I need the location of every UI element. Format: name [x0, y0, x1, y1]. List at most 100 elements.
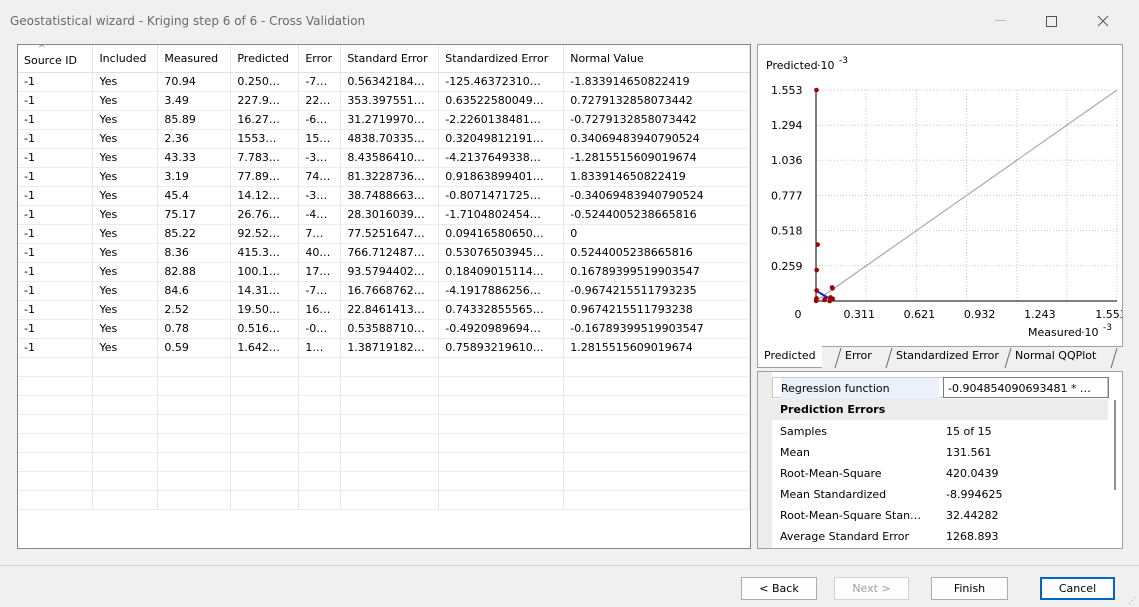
empty-cell [438, 376, 565, 396]
table-cell: Yes [92, 243, 159, 263]
table-row[interactable]: -1 Yes 3.49 227.9… 22… 353.397551… 0.635225800… [18, 91, 750, 111]
table-cell: Yes [92, 148, 159, 168]
title-bar: Geostatistical wizard - Kriging step 6 o… [0, 0, 1139, 44]
table-cell: 0.516… [230, 319, 300, 339]
column-header[interactable]: Standard Error [340, 45, 440, 73]
table-cell: 7.783… [230, 148, 300, 168]
table-row[interactable]: -1 Yes 82.88 100.1… 17… 93.5794402… 0.18409015… [18, 262, 750, 282]
column-header[interactable]: ^ Source ID [18, 45, 94, 73]
table-cell: 0.75893219610… [438, 338, 565, 358]
statistics-scrollbar[interactable] [1114, 400, 1116, 490]
regression-function-row[interactable]: Regression function -0.904854090693481 *… [772, 377, 1109, 399]
table-cell: 85.22 [157, 224, 232, 244]
empty-cell [563, 357, 750, 377]
table-cell: -1.833914650822419 [563, 72, 750, 92]
table-cell: 19.50… [230, 300, 300, 320]
table-cell: -1 [18, 243, 94, 263]
table-cell: -1 [18, 205, 94, 225]
sort-caret-icon: ^ [38, 45, 46, 54]
x-tick-label: 0.621 [904, 308, 936, 321]
table-cell: Yes [92, 186, 159, 206]
tab-standardized-error[interactable]: Standardized Error [890, 346, 1005, 368]
data-point [815, 242, 820, 247]
empty-cell [340, 376, 440, 396]
table-row[interactable]: -1 Yes 45.4 14.12… -3… 38.7488663… -0.80714717… [18, 186, 750, 206]
table-cell: 16.7668762… [340, 281, 440, 301]
table-cell: 85.89 [157, 110, 232, 130]
table-cell: 415.3… [230, 243, 300, 263]
finish-button[interactable]: Finish [931, 577, 1008, 600]
column-header[interactable]: Normal Value [563, 45, 750, 73]
empty-cell [230, 452, 300, 472]
table-row[interactable]: -1 Yes 8.36 415.3… 40… 766.712487… 0.530765039… [18, 243, 750, 263]
y-axis-title: Predicted [766, 59, 818, 72]
empty-cell [18, 452, 94, 472]
data-point [829, 285, 835, 290]
table-row[interactable]: -1 Yes 0.78 0.516… -0… 0.53588710… -0.49209896… [18, 319, 750, 339]
table-cell: 43.33 [157, 148, 232, 168]
empty-cell [438, 414, 565, 434]
next-button[interactable]: Next > [834, 577, 909, 600]
table-cell: Yes [92, 338, 159, 358]
tab-error[interactable]: Error [839, 346, 878, 368]
table-row[interactable]: -1 Yes 75.17 26.76… -4… 28.3016039… -1.7104802… [18, 205, 750, 225]
close-button[interactable] [1080, 6, 1126, 36]
column-header[interactable]: Measured [157, 45, 232, 73]
table-cell: 70.94 [157, 72, 232, 92]
empty-table-row [18, 433, 750, 453]
resize-grip-icon[interactable]: ⋰ [1128, 596, 1136, 605]
table-row[interactable]: -1 Yes 2.52 19.50… 16… 22.8461413… 0.743328555… [18, 300, 750, 320]
table-cell: -1 [18, 300, 94, 320]
minimize-button[interactable] [977, 6, 1023, 36]
table-row[interactable]: -1 Yes 2.36 1553… 15… 4838.70335… 0.3204981219… [18, 129, 750, 149]
table-cell: -1.2815515609019674 [563, 148, 750, 168]
table-cell: 3.19 [157, 167, 232, 187]
column-header[interactable]: Error [298, 45, 342, 73]
table-cell: 0.74332855565… [438, 300, 565, 320]
column-header[interactable]: Predicted [230, 45, 300, 73]
statistic-row: Root-Mean-Square 420.0439 [772, 463, 1108, 484]
empty-cell [230, 376, 300, 396]
table-cell: -0.9674215511793235 [563, 281, 750, 301]
table-row[interactable]: -1 Yes 70.94 0.250… -7… 0.56342184… -125.46372… [18, 72, 750, 92]
maximize-button[interactable] [1028, 6, 1074, 36]
table-cell: -0.34069483940790524 [563, 186, 750, 206]
empty-cell [230, 490, 300, 510]
cross-validation-table: ^ Source ID Included Measured Predicted Error… [17, 44, 751, 549]
data-point [830, 296, 835, 302]
empty-table-row [18, 357, 750, 377]
tab-predicted[interactable]: Predicted [757, 346, 822, 368]
table-row[interactable]: -1 Yes 3.19 77.89… 74… 81.3228736… 0.918638994… [18, 167, 750, 187]
table-cell: -4.2137649338… [438, 148, 565, 168]
back-button[interactable]: < Back [741, 577, 817, 600]
empty-cell [92, 395, 159, 415]
statistic-row: Average Standard Error 1268.893 [772, 526, 1108, 547]
tab-normal-qqplot[interactable]: Normal QQPlot [1009, 346, 1102, 368]
table-row[interactable]: -1 Yes 0.59 1.642… 1… 1.38719182… 0.7589321961… [18, 338, 750, 358]
x-tick-label: 0.311 [844, 308, 876, 321]
column-header[interactable]: Standardized Error [438, 45, 565, 73]
table-cell: 0.16789399519903547 [563, 262, 750, 282]
table-row[interactable]: -1 Yes 43.33 7.783… -3… 8.43586410… -4.2137649… [18, 148, 750, 168]
statistic-value: 32.44282 [946, 509, 999, 522]
table-cell: -1 [18, 319, 94, 339]
table-row[interactable]: -1 Yes 85.22 92.52… 7… 77.5251647… 0.094165806… [18, 224, 750, 244]
table-cell: 84.6 [157, 281, 232, 301]
empty-cell [18, 357, 94, 377]
column-header[interactable]: Included [92, 45, 159, 73]
table-cell: -0.8071471725… [438, 186, 565, 206]
regression-function-value[interactable]: -0.904854090693481 * … [943, 377, 1109, 398]
table-row[interactable]: -1 Yes 84.6 14.31… -7… 16.7668762… -4.19178862… [18, 281, 750, 301]
empty-cell [563, 414, 750, 434]
empty-cell [157, 471, 232, 491]
empty-cell [563, 433, 750, 453]
table-cell: 15… [298, 129, 342, 149]
table-cell: 92.52… [230, 224, 300, 244]
statistics-panel: Regression function -0.904854090693481 *… [757, 371, 1123, 549]
table-cell: -7… [298, 72, 342, 92]
cancel-button[interactable]: Cancel [1040, 577, 1115, 600]
statistic-value: -8.994625 [946, 488, 1003, 501]
table-cell: 75.17 [157, 205, 232, 225]
empty-cell [298, 376, 342, 396]
table-row[interactable]: -1 Yes 85.89 16.27… -6… 31.2719970… -2.2260138… [18, 110, 750, 130]
